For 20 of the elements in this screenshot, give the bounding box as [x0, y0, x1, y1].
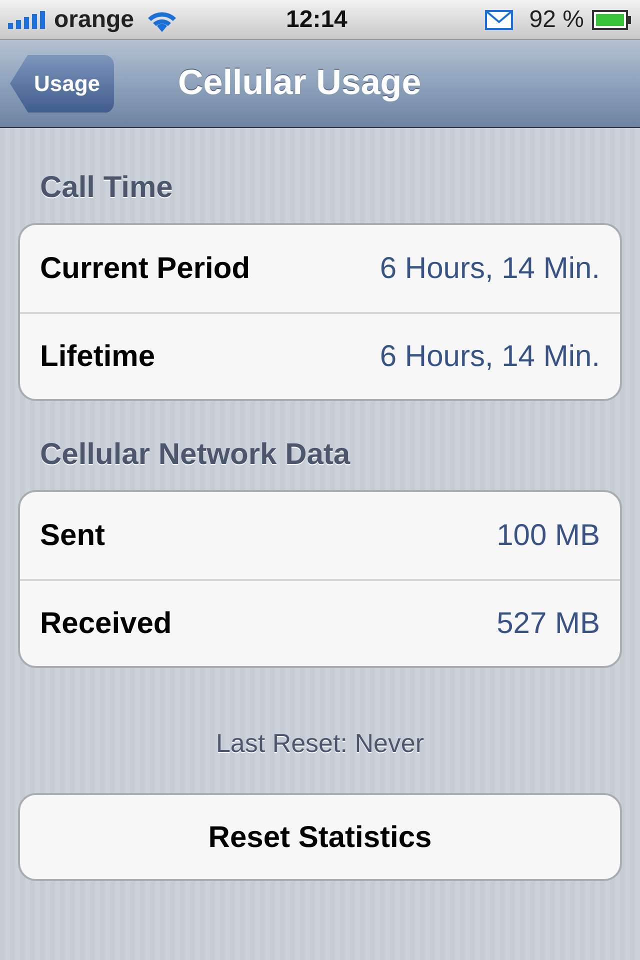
clock-time: 12:14	[286, 4, 348, 34]
row-value: 100 MB	[496, 518, 600, 554]
mail-icon	[485, 10, 514, 30]
section-header: Cellular Network Data	[39, 437, 352, 473]
reset-button[interactable]: Reset Statistics	[18, 793, 622, 881]
row-label: Sent	[40, 518, 106, 554]
last-reset-note: Last Reset: Never	[214, 727, 426, 760]
row-label: Current Period	[40, 251, 250, 287]
battery-percent: 92 %	[529, 4, 584, 34]
signal-icon	[8, 10, 46, 28]
battery-icon	[592, 10, 632, 30]
row-label: Lifetime	[40, 339, 156, 375]
row-label: Received	[40, 606, 172, 642]
row-value: 6 Hours, 14 Min.	[380, 251, 600, 287]
row-value: 6 Hours, 14 Min.	[380, 339, 600, 375]
back-button[interactable]: Usage	[10, 54, 114, 112]
section-header: Call Time	[39, 170, 174, 206]
screen-title: Cellular Usage	[178, 62, 422, 104]
row-value: 527 MB	[496, 606, 600, 642]
carrier-name: orange	[54, 4, 134, 34]
